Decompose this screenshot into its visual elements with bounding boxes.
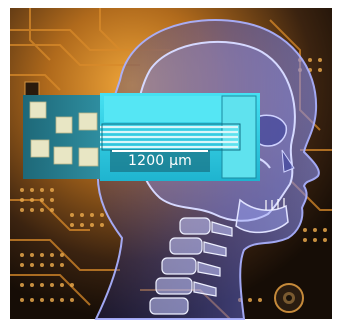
scale-label: 1200 μm [127, 153, 193, 169]
board-connector [274, 283, 304, 313]
